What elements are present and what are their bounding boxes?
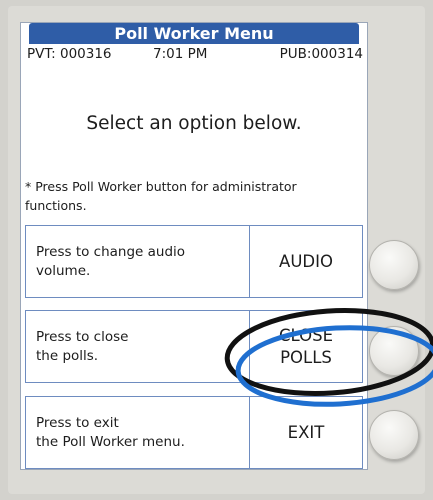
hardware-button-exit[interactable] [369, 410, 419, 460]
hardware-button-audio[interactable] [369, 240, 419, 290]
exit-button-label[interactable]: EXIT [250, 397, 362, 468]
admin-note: * Press Poll Worker button for administr… [25, 179, 297, 213]
close-polls-button-label[interactable]: CLOSE POLLS [250, 311, 362, 382]
option-audio[interactable]: Press to change audio volume. AUDIO [25, 225, 363, 298]
option-description: Press to close the polls. [36, 328, 129, 364]
option-exit[interactable]: Press to exit the Poll Worker menu. EXIT [25, 396, 363, 469]
clock: 7:01 PM [153, 46, 208, 62]
option-description: Press to change audio volume. [36, 243, 186, 279]
status-row: PVT: 000316 7:01 PM PUB:000314 [27, 46, 363, 64]
screen-title: Poll Worker Menu [29, 23, 359, 44]
hardware-button-close-polls[interactable] [369, 326, 419, 376]
pvt-counter: PVT: 000316 [27, 46, 112, 62]
audio-button-label[interactable]: AUDIO [250, 226, 362, 297]
option-close-polls[interactable]: Press to close the polls. CLOSE POLLS [25, 310, 363, 383]
instruction-text: Select an option below. [86, 113, 302, 134]
pub-counter: PUB:000314 [279, 46, 363, 62]
touch-screen: Poll Worker Menu PVT: 000316 7:01 PM PUB… [20, 22, 368, 470]
option-description: Press to exit the Poll Worker menu. [36, 414, 185, 450]
